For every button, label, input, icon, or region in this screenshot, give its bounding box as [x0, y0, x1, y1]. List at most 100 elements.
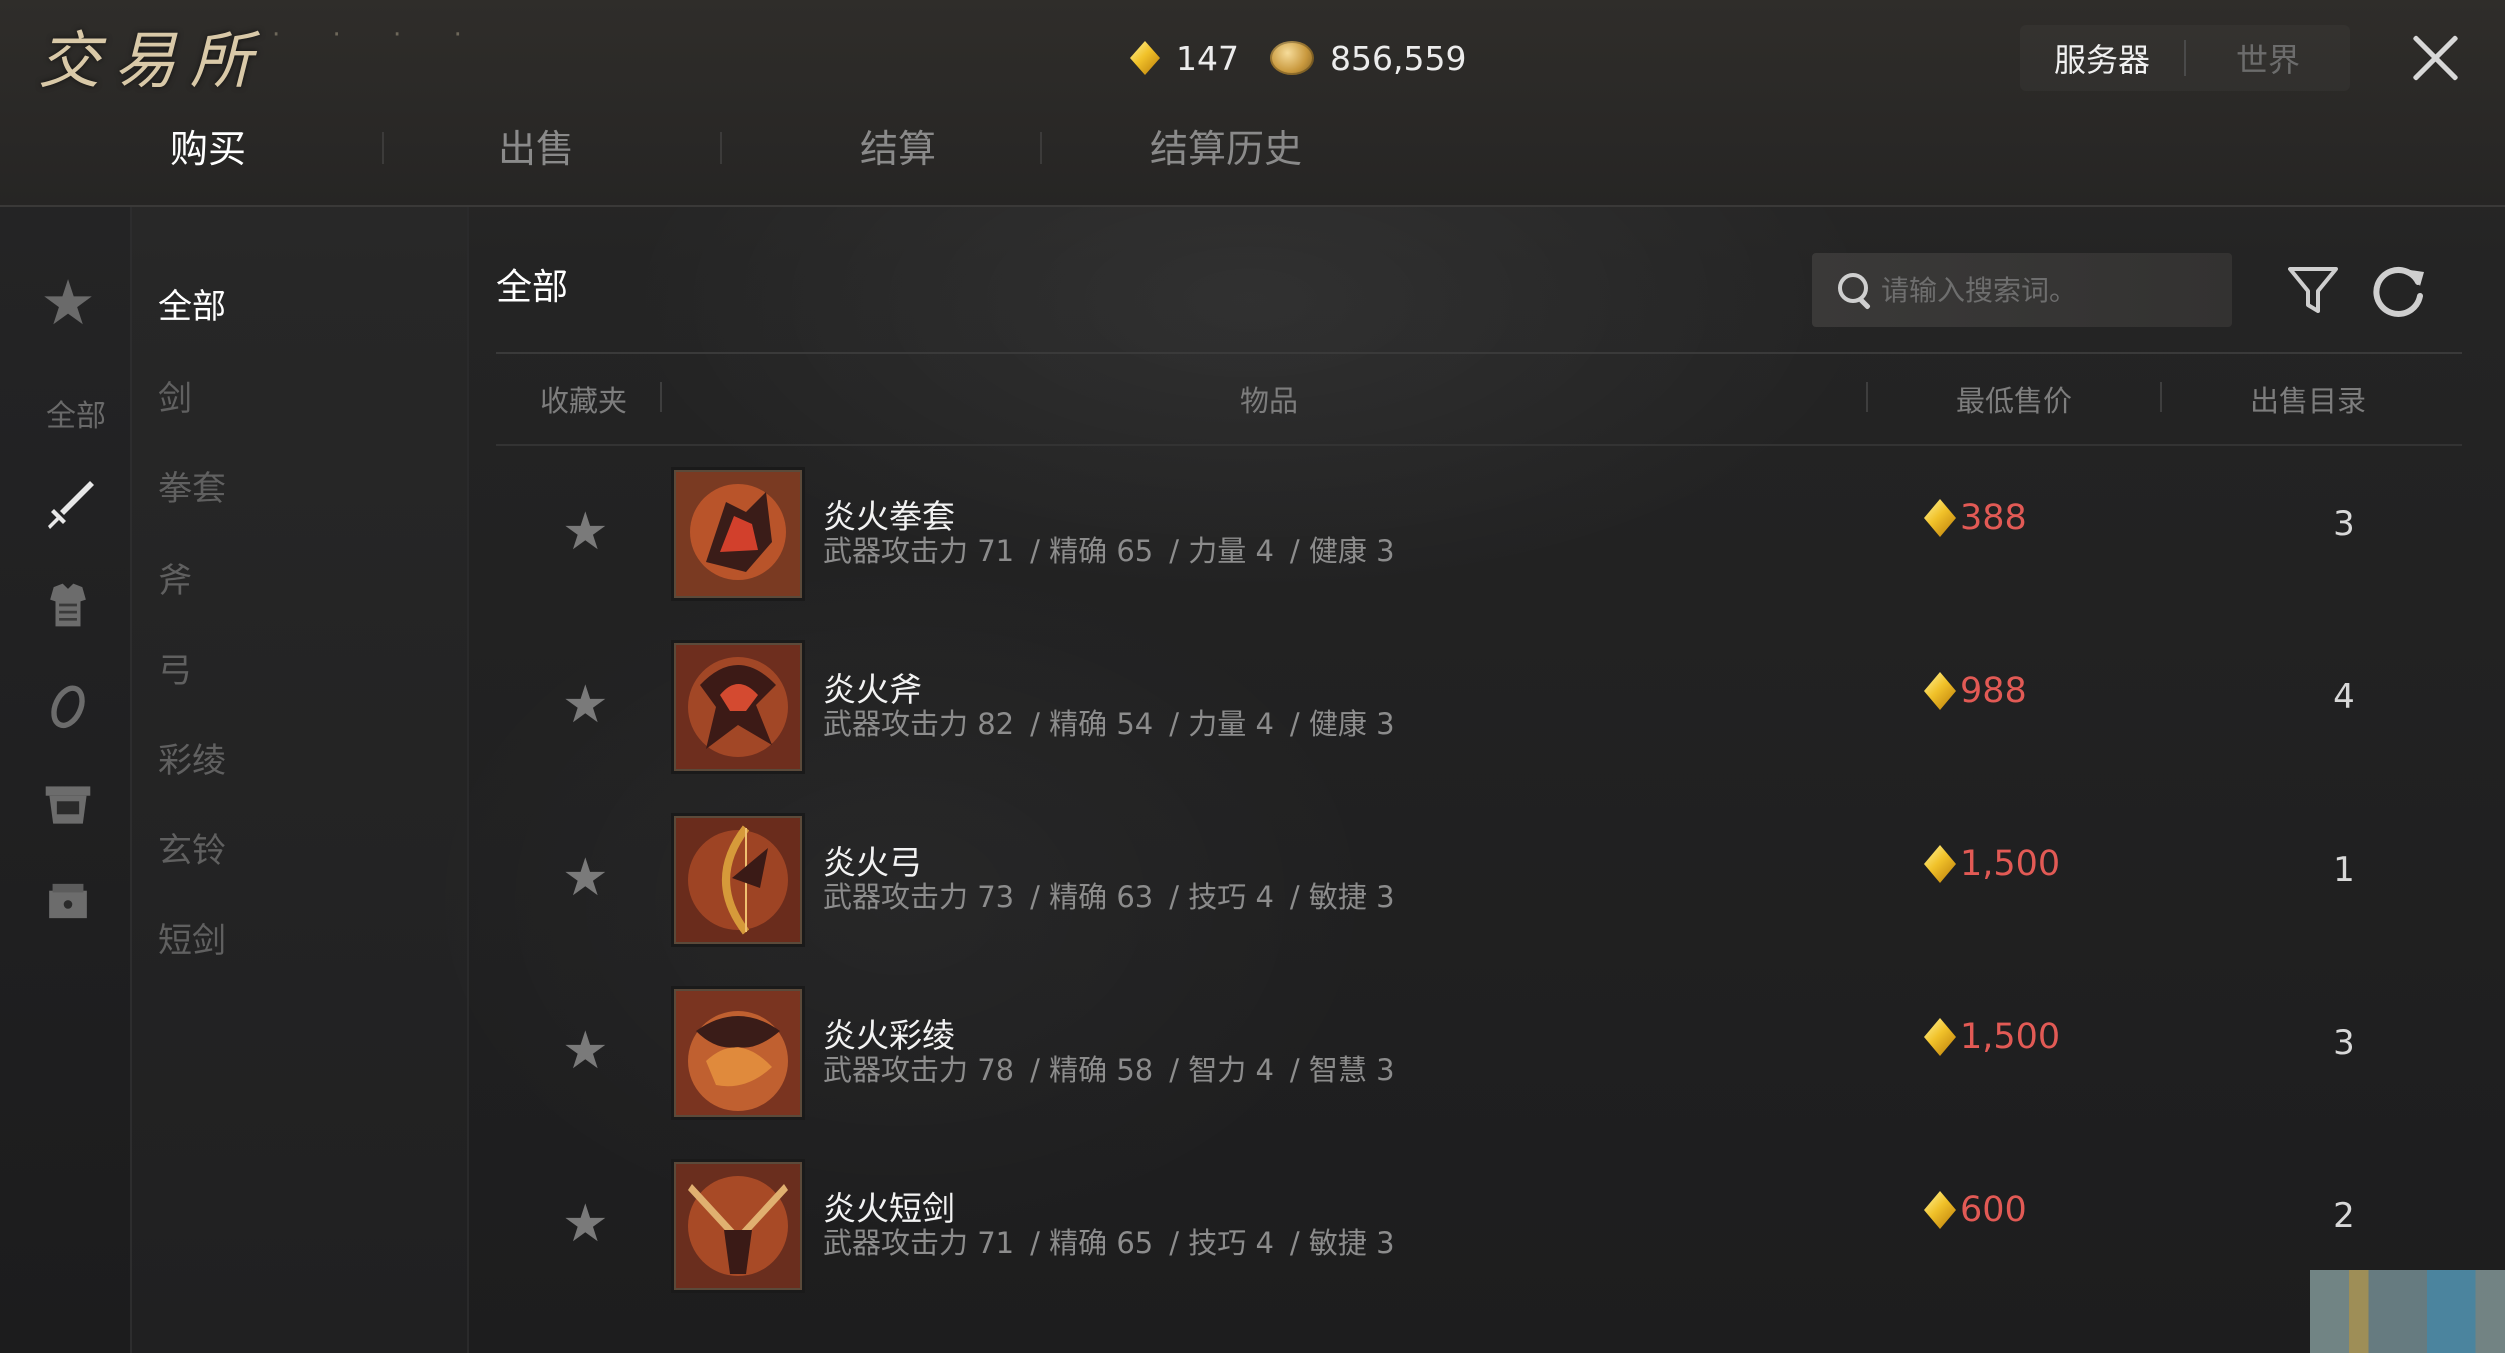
stat-precision: / 精确 54 [1030, 707, 1154, 741]
tab-buy[interactable]: 购买 [170, 118, 246, 173]
stat-precision: / 精确 65 [1030, 534, 1154, 568]
stat-secondary: / 敏捷 3 [1289, 1226, 1395, 1260]
box-icon[interactable] [40, 873, 96, 929]
subcategory-all[interactable]: 全部 [158, 279, 226, 328]
stat-primary: / 技巧 4 [1169, 880, 1274, 914]
price-value: 1,500 [1960, 1017, 2061, 1057]
column-separator [1866, 382, 1868, 412]
subcategory-bow[interactable]: 弓 [158, 643, 192, 692]
stat-primary: / 智力 4 [1169, 1053, 1274, 1087]
gem-icon [1130, 41, 1160, 75]
tab-settlement-history[interactable]: 结算历史 [1150, 118, 1302, 173]
table-row[interactable]: ★ 炎火弓 武器攻击力 73/ 精确 63/ 技巧 4/ 敏捷 3 1,500 … [496, 806, 2462, 978]
stat-precision: / 精确 65 [1030, 1226, 1154, 1260]
close-icon[interactable] [2405, 28, 2465, 88]
item-dagger-icon [674, 1162, 802, 1290]
filter-icon[interactable] [2288, 265, 2338, 317]
table-row[interactable]: ★ 炎火拳套 武器攻击力 71/ 精确 65/ 力量 4/ 健康 3 388 3 [496, 460, 2462, 632]
tab-separator [720, 132, 722, 164]
lowest-price: 988 [1924, 671, 2027, 711]
section-title: 全部 [496, 267, 569, 308]
subcategory-gauntlet[interactable]: 拳套 [158, 461, 226, 510]
item-stats: 武器攻击力 71 / 精确 65 / 技巧 4 / 敏捷 3 [823, 1220, 1411, 1262]
coin-amount: 856,559 [1330, 38, 1467, 78]
column-header-listings[interactable]: 出售目录 [2250, 378, 2366, 420]
table-row[interactable]: ★ 炎火斧 武器攻击力 82/ 精确 54/ 力量 4/ 健康 3 988 4 [496, 633, 2462, 805]
column-header-item[interactable]: 物品 [1240, 378, 1298, 420]
table-top-divider [496, 352, 2462, 354]
search-icon[interactable] [1838, 273, 1868, 307]
search-input[interactable] [1879, 259, 2232, 321]
tab-world[interactable]: 世界 [2186, 35, 2350, 81]
stat-attack: 武器攻击力 82 [823, 707, 1015, 741]
favorite-star-icon[interactable]: ★ [562, 1021, 609, 1081]
subcategory-axe[interactable]: 斧 [158, 553, 192, 602]
item-bow-icon [674, 816, 802, 944]
subcategory-list: 全部 剑 拳套 斧 弓 彩绫 玄铃 短剑 [132, 207, 469, 1353]
chest-icon[interactable] [40, 777, 96, 833]
listing-count: 1 [2333, 850, 2355, 890]
coin-balance: 856,559 [1270, 34, 1466, 82]
item-stats: 武器攻击力 71 / 精确 65 / 力量 4 / 健康 3 [823, 528, 1411, 570]
column-header-favorites[interactable]: 收藏夹 [540, 378, 627, 420]
item-gauntlet-icon [674, 470, 802, 598]
gem-icon [1924, 672, 1956, 710]
price-value: 388 [1960, 498, 2027, 538]
tab-separator [382, 132, 384, 164]
exchange-window: 交易所 · · · · 147 856,559 服务器 世界 购买 出售 结算 … [0, 0, 2505, 1353]
lowest-price: 1,500 [1924, 844, 2060, 884]
favorite-star-icon[interactable]: ★ [562, 1194, 609, 1254]
favorite-star-icon[interactable]: ★ [562, 502, 609, 562]
coin-icon [1270, 41, 1314, 75]
app-title: 交易所 [38, 24, 267, 97]
gem-icon [1924, 845, 1956, 883]
stat-secondary: / 智慧 3 [1289, 1053, 1395, 1087]
price-value: 1,500 [1960, 844, 2061, 884]
lowest-price: 600 [1924, 1190, 2027, 1230]
gem-icon [1924, 1191, 1956, 1229]
stat-secondary: / 健康 3 [1289, 534, 1395, 568]
column-header-lowest-price[interactable]: 最低售价 [1956, 378, 2072, 420]
favorite-star-icon[interactable]: ★ [562, 675, 609, 735]
table-row[interactable]: ★ 炎火彩绫 武器攻击力 78/ 精确 58/ 智力 4/ 智慧 3 1,500… [496, 979, 2462, 1151]
title-decoration: · · · · [272, 20, 484, 50]
category-all-label[interactable]: 全部 [46, 391, 106, 435]
stat-secondary: / 健康 3 [1289, 707, 1395, 741]
top-bar: 交易所 · · · · 147 856,559 服务器 世界 购买 出售 结算 … [0, 0, 2505, 207]
stat-precision: / 精确 63 [1030, 880, 1154, 914]
tab-server[interactable]: 服务器 [2020, 35, 2184, 81]
favorite-star-icon[interactable]: ★ [562, 848, 609, 908]
table-row[interactable]: ★ 炎火短剑 武器攻击力 71/ 精确 65/ 技巧 4/ 敏捷 3 600 2 [496, 1152, 2462, 1324]
subcategory-dagger[interactable]: 短剑 [158, 913, 226, 962]
lowest-price: 388 [1924, 498, 2027, 538]
tab-settlement[interactable]: 结算 [860, 118, 936, 173]
listing-count: 3 [2333, 1023, 2355, 1063]
gem-icon [1924, 499, 1956, 537]
price-value: 988 [1960, 671, 2027, 711]
ring-icon[interactable] [40, 677, 96, 733]
stat-primary: / 力量 4 [1169, 534, 1274, 568]
subcategory-bell[interactable]: 玄铃 [158, 823, 226, 872]
listing-count: 4 [2333, 677, 2355, 717]
item-stats: 武器攻击力 73 / 精确 63 / 技巧 4 / 敏捷 3 [823, 874, 1411, 916]
subcategory-sword[interactable]: 剑 [158, 371, 192, 420]
tab-sell[interactable]: 出售 [498, 118, 574, 173]
column-separator [660, 382, 662, 412]
listing-count: 3 [2333, 504, 2355, 544]
gem-icon [1924, 1018, 1956, 1056]
armor-icon[interactable] [40, 577, 96, 633]
refresh-icon[interactable] [2370, 262, 2428, 320]
item-stats: 武器攻击力 82 / 精确 54 / 力量 4 / 健康 3 [823, 701, 1411, 743]
listing-count: 2 [2333, 1196, 2355, 1236]
gem-amount: 147 [1176, 38, 1239, 78]
sword-icon[interactable] [40, 477, 96, 533]
stat-attack: 武器攻击力 71 [823, 1226, 1015, 1260]
item-ribbon-icon [674, 989, 802, 1117]
stat-primary: / 技巧 4 [1169, 1226, 1274, 1260]
server-scope-tabs: 服务器 世界 [2020, 25, 2350, 91]
stat-attack: 武器攻击力 73 [823, 880, 1015, 914]
subcategory-ribbon[interactable]: 彩绫 [158, 733, 226, 782]
column-separator [2160, 382, 2162, 412]
favorites-star-icon[interactable]: ★ [40, 272, 96, 334]
stat-attack: 武器攻击力 71 [823, 534, 1015, 568]
